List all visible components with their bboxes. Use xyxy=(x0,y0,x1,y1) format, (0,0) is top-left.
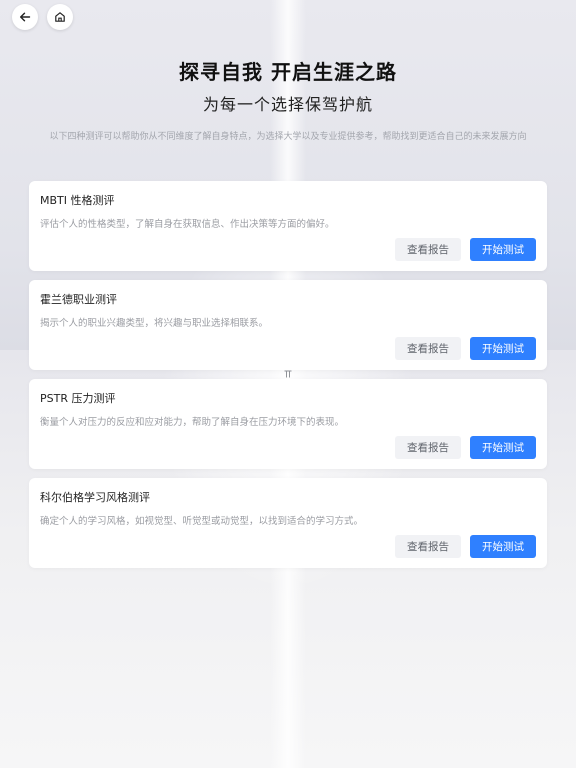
assessment-card-holland: 霍兰德职业测评 揭示个人的职业兴趣类型，将兴趣与职业选择相联系。 查看报告 开始… xyxy=(29,280,547,370)
back-button[interactable] xyxy=(12,4,38,30)
card-description: 衡量个人对压力的反应和应对能力，帮助了解自身在压力环境下的表现。 xyxy=(40,417,345,428)
page-header: 探寻自我 开启生涯之路 为每一个选择保驾护航 以下四种测评可以帮助你从不同维度了… xyxy=(0,56,576,142)
view-report-button[interactable]: 查看报告 xyxy=(395,436,461,459)
assessment-card-pstr: PSTR 压力测评 衡量个人对压力的反应和应对能力，帮助了解自身在压力环境下的表… xyxy=(29,379,547,469)
start-test-button[interactable]: 开始测试 xyxy=(470,436,536,459)
card-title: PSTR 压力测评 xyxy=(40,392,116,405)
start-test-button[interactable]: 开始测试 xyxy=(470,337,536,360)
start-test-button[interactable]: 开始测试 xyxy=(470,238,536,261)
card-description: 揭示个人的职业兴趣类型，将兴趣与职业选择相联系。 xyxy=(40,318,269,329)
card-title: MBTI 性格测评 xyxy=(40,194,115,207)
page-subtitle: 为每一个选择保驾护航 xyxy=(202,95,373,114)
home-button[interactable] xyxy=(47,4,73,30)
view-report-button[interactable]: 查看报告 xyxy=(395,535,461,558)
card-title: 科尔伯格学习风格测评 xyxy=(40,491,150,504)
assessment-card-mbti: MBTI 性格测评 评估个人的性格类型，了解自身在获取信息、作出决策等方面的偏好… xyxy=(29,181,547,271)
decorative-mark-icon xyxy=(282,369,294,381)
card-title: 霍兰德职业测评 xyxy=(40,293,117,306)
start-test-button[interactable]: 开始测试 xyxy=(470,535,536,558)
view-report-button[interactable]: 查看报告 xyxy=(395,238,461,261)
home-icon xyxy=(55,12,65,22)
view-report-button[interactable]: 查看报告 xyxy=(395,337,461,360)
card-description: 评估个人的性格类型，了解自身在获取信息、作出决策等方面的偏好。 xyxy=(40,219,335,230)
assessment-card-kolb: 科尔伯格学习风格测评 确定个人的学习风格，如视觉型、听觉型或动觉型，以找到适合的… xyxy=(29,478,547,568)
page-title: 探寻自我 开启生涯之路 xyxy=(179,60,397,84)
page-description: 以下四种测评可以帮助你从不同维度了解自身特点，为选择大学以及专业提供参考，帮助找… xyxy=(49,132,527,142)
card-description: 确定个人的学习风格，如视觉型、听觉型或动觉型，以找到适合的学习方式。 xyxy=(40,516,364,527)
arrow-left-icon xyxy=(20,12,31,22)
